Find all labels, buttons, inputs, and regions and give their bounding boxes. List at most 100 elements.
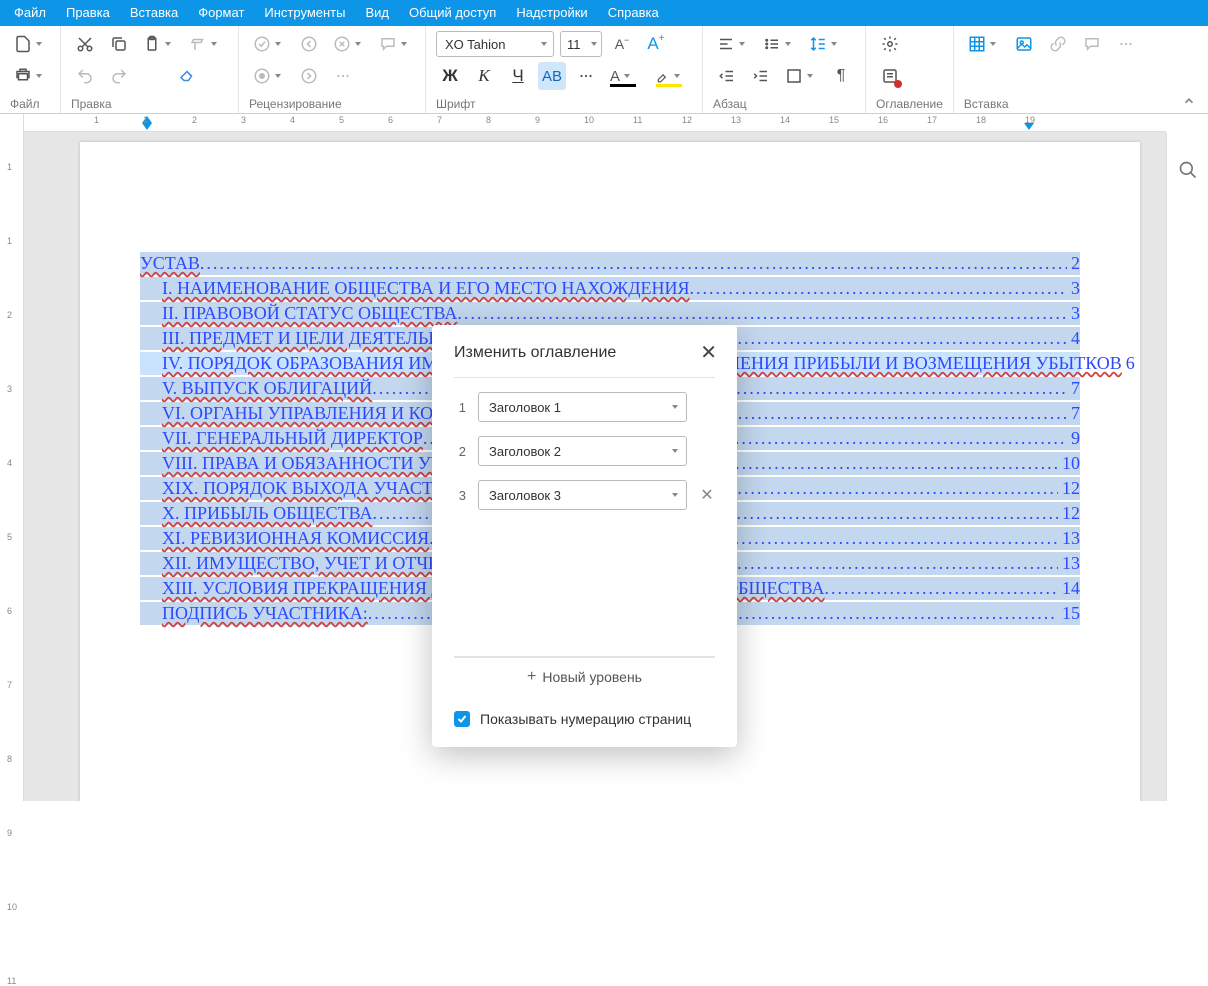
highlight-button[interactable] xyxy=(652,62,692,90)
bold-button[interactable]: Ж xyxy=(436,62,464,90)
eraser-button[interactable] xyxy=(173,62,201,90)
toc-update-button[interactable] xyxy=(876,62,904,90)
level-style-select[interactable]: Заголовок 1 xyxy=(478,392,687,422)
track-changes-button[interactable] xyxy=(249,62,289,90)
underline-button[interactable]: Ч xyxy=(504,62,532,90)
toc-title: V. ВЫПУСК ОБЛИГАЦИЙ xyxy=(162,378,372,399)
toc-page: 12 xyxy=(1058,503,1080,524)
show-pages-label: Показывать нумерацию страниц xyxy=(480,711,691,727)
toc-page: 3 xyxy=(1067,278,1080,299)
menu-общий доступ[interactable]: Общий доступ xyxy=(399,0,506,26)
pilcrow-button[interactable]: ¶ xyxy=(827,62,855,90)
toc-page: 10 xyxy=(1058,453,1080,474)
toc-title: I. НАИМЕНОВАНИЕ ОБЩЕСТВА И ЕГО МЕСТО НАХ… xyxy=(162,278,689,299)
toc-page: 7 xyxy=(1067,403,1080,424)
close-icon[interactable]: ✕ xyxy=(700,343,717,363)
table-button[interactable] xyxy=(964,30,1004,58)
menu-формат[interactable]: Формат xyxy=(188,0,254,26)
format-painter-button[interactable] xyxy=(185,30,225,58)
prev-change-button[interactable] xyxy=(295,30,323,58)
toc-page: 3 xyxy=(1067,303,1080,324)
menu-справка[interactable]: Справка xyxy=(598,0,669,26)
comment-button[interactable] xyxy=(375,30,415,58)
paste-button[interactable] xyxy=(139,30,179,58)
group-label-file: Файл xyxy=(10,97,50,111)
dialog-title: Изменить оглавление xyxy=(454,344,616,362)
font-color-button[interactable]: A xyxy=(606,62,646,90)
redo-button[interactable] xyxy=(105,62,133,90)
toc-page: 12 xyxy=(1058,478,1080,499)
more-font-button[interactable] xyxy=(572,62,600,90)
level-style-select[interactable]: Заголовок 3 xyxy=(478,480,687,510)
group-label-toc: Оглавление xyxy=(876,97,943,111)
toc-page: 2 xyxy=(1067,253,1080,274)
list-button[interactable] xyxy=(759,30,799,58)
remove-level-button[interactable]: ✕ xyxy=(699,485,715,505)
menu-вид[interactable]: Вид xyxy=(355,0,399,26)
toc-entry[interactable]: I. НАИМЕНОВАНИЕ ОБЩЕСТВА И ЕГО МЕСТО НАХ… xyxy=(140,277,1080,300)
menu-файл[interactable]: Файл xyxy=(4,0,56,26)
level-row: 2Заголовок 2✕ xyxy=(454,436,715,466)
more-insert-button[interactable] xyxy=(1112,30,1140,58)
next-change-button[interactable] xyxy=(295,62,323,90)
print-button[interactable] xyxy=(10,62,50,90)
toc-page: 4 xyxy=(1067,328,1080,349)
toc-page: 13 xyxy=(1058,528,1080,549)
group-label-edit: Правка xyxy=(71,97,228,111)
cut-button[interactable] xyxy=(71,30,99,58)
reject-button[interactable] xyxy=(329,30,369,58)
italic-button[interactable]: К xyxy=(470,62,498,90)
vertical-ruler[interactable]: 11234567891011 xyxy=(0,114,24,801)
menu-правка[interactable]: Правка xyxy=(56,0,120,26)
toc-page: 9 xyxy=(1067,428,1080,449)
show-pages-checkbox[interactable] xyxy=(454,711,470,727)
toc-title: XI. РЕВИЗИОННАЯ КОМИССИЯ xyxy=(162,528,429,549)
decrease-font-button[interactable]: A− xyxy=(608,30,636,58)
insert-comment-button[interactable] xyxy=(1078,30,1106,58)
accept-button[interactable] xyxy=(249,30,289,58)
toc-page: 15 xyxy=(1058,603,1080,624)
line-spacing-button[interactable] xyxy=(805,30,845,58)
toc-title: X. ПРИБЫЛЬ ОБЩЕСТВА xyxy=(162,503,372,524)
group-label-paragraph: Абзац xyxy=(713,97,855,111)
toc-page: 13 xyxy=(1058,553,1080,574)
toc-page: 6 xyxy=(1122,353,1135,374)
toc-leader: ........................................… xyxy=(457,303,1067,324)
indent-dec-button[interactable] xyxy=(713,62,741,90)
level-style-select[interactable]: Заголовок 2 xyxy=(478,436,687,466)
more-review-button[interactable] xyxy=(329,62,357,90)
toc-leader: ........................................… xyxy=(689,278,1067,299)
strike-button[interactable]: AB xyxy=(538,62,566,90)
indent-inc-button[interactable] xyxy=(747,62,775,90)
image-button[interactable] xyxy=(1010,30,1038,58)
plus-icon: + xyxy=(527,668,536,686)
borders-button[interactable] xyxy=(781,62,821,90)
toc-page: 7 xyxy=(1067,378,1080,399)
menu-инструменты[interactable]: Инструменты xyxy=(254,0,355,26)
toc-page: 14 xyxy=(1058,578,1080,599)
group-label-font: Шрифт xyxy=(436,97,692,111)
font-name-select[interactable]: XO Tahion xyxy=(436,31,554,57)
group-label-insert: Вставка xyxy=(964,97,1198,111)
new-file-button[interactable] xyxy=(10,30,50,58)
toc-title: II. ПРАВОВОЙ СТАТУС ОБЩЕСТВА xyxy=(162,303,457,324)
menu-надстройки[interactable]: Надстройки xyxy=(506,0,597,26)
menu-вставка[interactable]: Вставка xyxy=(120,0,188,26)
toc-title: ПОДПИСЬ УЧАСТНИКА: xyxy=(162,603,368,624)
toc-leader: ........................................… xyxy=(825,578,1058,599)
search-icon[interactable] xyxy=(1174,156,1202,184)
toc-title: VII. ГЕНЕРАЛЬНЫЙ ДИРЕКТОР xyxy=(162,428,423,449)
toc-entry[interactable]: УСТАВ...................................… xyxy=(140,252,1080,275)
toc-settings-button[interactable] xyxy=(876,30,904,58)
undo-button[interactable] xyxy=(71,62,99,90)
font-size-select[interactable]: 11 xyxy=(560,31,602,57)
copy-button[interactable] xyxy=(105,30,133,58)
add-level-button[interactable]: + Новый уровень xyxy=(454,657,715,695)
right-sidebar xyxy=(1166,132,1208,801)
collapse-ribbon-button[interactable] xyxy=(1182,94,1196,111)
align-button[interactable] xyxy=(713,30,753,58)
level-row: 3Заголовок 3✕ xyxy=(454,480,715,510)
link-button[interactable] xyxy=(1044,30,1072,58)
toc-entry[interactable]: II. ПРАВОВОЙ СТАТУС ОБЩЕСТВА............… xyxy=(140,302,1080,325)
increase-font-button[interactable]: A+ xyxy=(642,30,670,58)
